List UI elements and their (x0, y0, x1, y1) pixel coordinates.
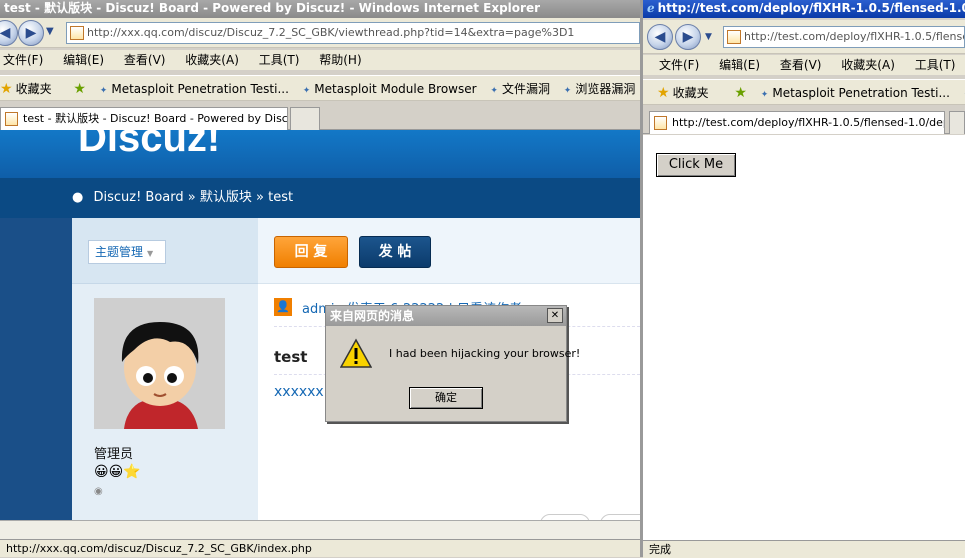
dialog-title-bar: 来自网页的消息 ✕ (326, 306, 566, 326)
forward-button[interactable]: ▶ (18, 20, 44, 46)
star-icon: ★ (0, 81, 13, 97)
right-status-bar: 完成 (643, 540, 965, 558)
warning-icon (339, 338, 373, 370)
star-icon: ★ (657, 85, 670, 101)
menu-file[interactable]: 文件(F) (659, 58, 699, 72)
menu-help[interactable]: 帮助(H) (319, 53, 361, 67)
back-button[interactable]: ◀ (0, 20, 18, 46)
alert-dialog: 来自网页的消息 ✕ I had been hijacking your brow… (325, 305, 580, 422)
right-nav-toolbar: ◀ ▶ ▼ http://test.com/deploy/flXHR-1.0.5… (643, 20, 965, 54)
menu-tools[interactable]: 工具(T) (259, 53, 300, 67)
right-address-bar[interactable]: http://test.com/deploy/flXHR-1.0.5/flens… (723, 26, 965, 48)
left-window-title: test - 默认版块 - Discuz! Board - Powered by… (0, 0, 640, 18)
action-row: 回 复 发 帖 (258, 218, 640, 284)
avatar (94, 298, 225, 429)
right-tab-bar: http://test.com/deploy/flXHR-1.0.5/flens… (643, 108, 965, 134)
new-post-button[interactable]: 发 帖 (359, 236, 431, 268)
rank-icons: 😀😀⭐ (94, 464, 141, 480)
page-icon (727, 30, 741, 44)
menu-view[interactable]: 查看(V) (780, 58, 822, 72)
favorite-link[interactable]: ✦ Metasploit Penetration Testi... (761, 86, 950, 100)
breadcrumb-thread[interactable]: test (268, 190, 293, 205)
tab-current[interactable]: test - 默认版块 - Discuz! Board - Powered by… (0, 107, 288, 130)
post-title: test (274, 348, 308, 366)
menu-tools[interactable]: 工具(T) (915, 58, 956, 72)
menu-file[interactable]: 文件(F) (3, 53, 43, 67)
page-icon (5, 112, 18, 126)
history-dropdown-icon[interactable]: ▼ (705, 32, 712, 42)
left-tab-bar: test - 默认版块 - Discuz! Board - Powered by… (0, 104, 640, 130)
forward-button[interactable]: ▶ (675, 24, 701, 50)
menu-edit[interactable]: 编辑(E) (63, 53, 104, 67)
click-me-button[interactable]: Click Me (656, 153, 736, 177)
favorite-link[interactable]: ✦ 文件漏洞 (490, 82, 550, 96)
left-browser-window: test - 默认版块 - Discuz! Board - Powered by… (0, 0, 640, 557)
dialog-ok-button[interactable]: 确定 (409, 387, 483, 409)
page-icon (70, 26, 84, 40)
menu-favorites[interactable]: 收藏夹(A) (185, 53, 239, 67)
forum-logo: Discuz! (78, 130, 221, 160)
favorites-button[interactable]: ★ 收藏夹 (0, 81, 52, 97)
ie-icon: ℯ (647, 1, 655, 15)
left-status-bar: http://xxx.qq.com/discuz/Discuz_7.2_SC_G… (0, 539, 640, 557)
menu-favorites[interactable]: 收藏夹(A) (841, 58, 895, 72)
left-address-bar[interactable]: http://xxx.qq.com/discuz/Discuz_7.2_SC_G… (66, 22, 640, 44)
forum-header: Discuz! (0, 130, 640, 178)
manage-row: 主题管理 ▼ (72, 218, 258, 284)
back-button[interactable]: ◀ (647, 24, 673, 50)
favorites-button[interactable]: ★ 收藏夹 (657, 85, 709, 101)
right-page-content: Click Me (643, 135, 965, 540)
manage-dropdown[interactable]: 主题管理 ▼ (88, 240, 166, 264)
favorite-link[interactable]: ✦ Metasploit Penetration Testi... (100, 82, 289, 96)
history-dropdown-icon[interactable]: ▼ (46, 26, 54, 37)
horizontal-scrollbar[interactable] (0, 520, 640, 539)
post-body: xxxxxx (274, 384, 324, 400)
menu-view[interactable]: 查看(V) (124, 53, 166, 67)
chevron-down-icon: ▼ (147, 249, 154, 258)
left-nav-toolbar: ◀ ▶ ▼ http://xxx.qq.com/discuz/Discuz_7.… (0, 18, 640, 48)
user-role: 管理员 (94, 447, 134, 462)
breadcrumb-sep: » (187, 190, 200, 205)
chat-icon: ● (72, 190, 84, 205)
favorite-link[interactable]: ✦ 浏览器漏洞 (564, 82, 636, 96)
new-tab-button[interactable] (290, 107, 320, 130)
dialog-close-button[interactable]: ✕ (547, 308, 563, 323)
tab-current[interactable]: http://test.com/deploy/flXHR-1.0.5/flens… (649, 111, 945, 134)
breadcrumb-sep: » (256, 190, 269, 205)
right-browser-window: ℯ http://test.com/deploy/flXHR-1.0.5/flen… (640, 0, 965, 558)
right-favorites-bar: ★ 收藏夹 ★ ✦ Metasploit Penetration Testi... … (643, 79, 965, 105)
reply-button[interactable]: 回 复 (274, 236, 348, 268)
breadcrumb-board[interactable]: Discuz! Board (93, 190, 183, 205)
user-column: 主题管理 ▼ 管理员 😀😀⭐ ◉ (72, 218, 258, 520)
right-window-title: ℯ http://test.com/deploy/flXHR-1.0.5/flen… (643, 0, 965, 18)
add-favorite-icon[interactable]: ★ (734, 85, 747, 101)
online-icon: ◉ (94, 486, 103, 497)
breadcrumb: ● Discuz! Board » 默认版块 » test (0, 178, 640, 218)
new-tab-button[interactable] (949, 111, 965, 134)
dialog-message: I had been hijacking your browser! (389, 347, 581, 360)
left-menu-bar: 文件(F) 编辑(E) 查看(V) 收藏夹(A) 工具(T) 帮助(H) (0, 50, 640, 70)
menu-edit[interactable]: 编辑(E) (719, 58, 760, 72)
left-favorites-bar: ★ 收藏夹 ★ ✦ Metasploit Penetration Testi... … (0, 75, 640, 101)
breadcrumb-forum[interactable]: 默认版块 (200, 190, 252, 205)
user-icon: 👤 (274, 298, 292, 316)
right-menu-bar: 文件(F) 编辑(E) 查看(V) 收藏夹(A) 工具(T) 帮助 (643, 55, 965, 75)
add-favorite-icon[interactable]: ★ (73, 81, 86, 97)
favorite-link[interactable]: ✦ Metasploit Module Browser (303, 82, 477, 96)
page-icon (654, 116, 667, 130)
